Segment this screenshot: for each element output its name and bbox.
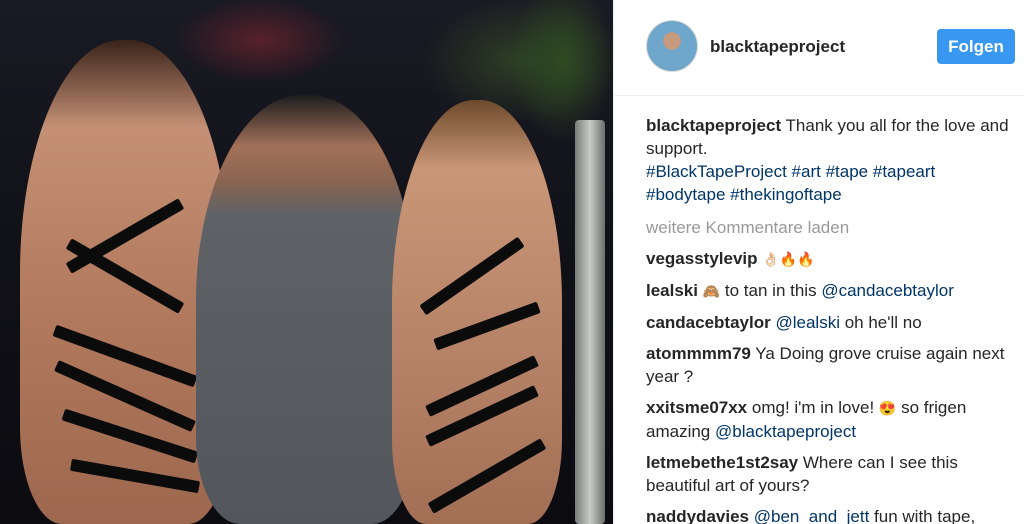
comment-item: lealski 🙈 to tan in this @candacebtaylor [646, 279, 1016, 303]
comment-item: atommmm79 Ya Doing grove cruise again ne… [646, 342, 1016, 388]
post-header: blacktapeproject Folgen [614, 0, 1024, 96]
photo-person-middle [196, 95, 416, 524]
avatar[interactable] [646, 20, 698, 72]
photo-pillar [575, 120, 605, 524]
follow-button[interactable]: Folgen [937, 29, 1015, 64]
hashtag-link[interactable]: #tape [826, 162, 869, 181]
comment-text: 👌🏻🔥🔥 [762, 251, 815, 267]
hashtag-link[interactable]: #thekingoftape [730, 185, 842, 204]
comment-item: xxitsme07xx omg! i'm in love! 😍 so frige… [646, 396, 1016, 443]
mention-link[interactable]: @lealski [775, 313, 840, 332]
comment-username[interactable]: vegasstylevip [646, 249, 758, 268]
comment-username[interactable]: lealski [646, 281, 698, 300]
post-side-panel: blacktapeproject Folgen blacktapeproject… [613, 0, 1024, 524]
comment-text: oh he'll no [844, 313, 922, 332]
caption-username[interactable]: blacktapeproject [646, 116, 781, 135]
hashtag-link[interactable]: #art [792, 162, 821, 181]
comment-item: vegasstylevip 👌🏻🔥🔥 [646, 247, 1016, 271]
post-caption: blacktapeproject Thank you all for the l… [646, 114, 1016, 206]
comment-item: naddydavies @ben_and_jett fun with tape, [646, 505, 1016, 524]
hashtag-link[interactable]: #BlackTapeProject [646, 162, 787, 181]
load-more-comments-link[interactable]: weitere Kommentare laden [646, 216, 1016, 239]
mention-link[interactable]: @candacebtaylor [821, 281, 954, 300]
hashtag-link[interactable]: #tapeart [873, 162, 935, 181]
comment-username[interactable]: letmebethe1st2say [646, 453, 798, 472]
comment-text: fun with tape, [874, 507, 976, 524]
comment-item: letmebethe1st2say Where can I see this b… [646, 451, 1016, 497]
mention-link[interactable]: @ben_and_jett [754, 507, 870, 524]
header-username[interactable]: blacktapeproject [710, 37, 845, 57]
mention-link[interactable]: @blacktapeproject [715, 422, 856, 441]
comment-username[interactable]: candacebtaylor [646, 313, 771, 332]
comment-username[interactable]: naddydavies [646, 507, 749, 524]
comment-username[interactable]: atommmm79 [646, 344, 751, 363]
comment-item: candacebtaylor @lealski oh he'll no [646, 311, 1016, 334]
comment-username[interactable]: xxitsme07xx [646, 398, 747, 417]
see-no-evil-monkey-icon: 🙈 [702, 283, 721, 299]
comment-text: omg! i'm in love! [751, 398, 875, 417]
comments-list: blacktapeproject Thank you all for the l… [646, 114, 1016, 524]
hashtag-link[interactable]: #bodytape [646, 185, 725, 204]
heart-eyes-icon: 😍 [878, 400, 897, 416]
photo-person-right [392, 100, 562, 524]
post-photo[interactable] [0, 0, 613, 524]
comment-text: to tan in this [724, 281, 817, 300]
